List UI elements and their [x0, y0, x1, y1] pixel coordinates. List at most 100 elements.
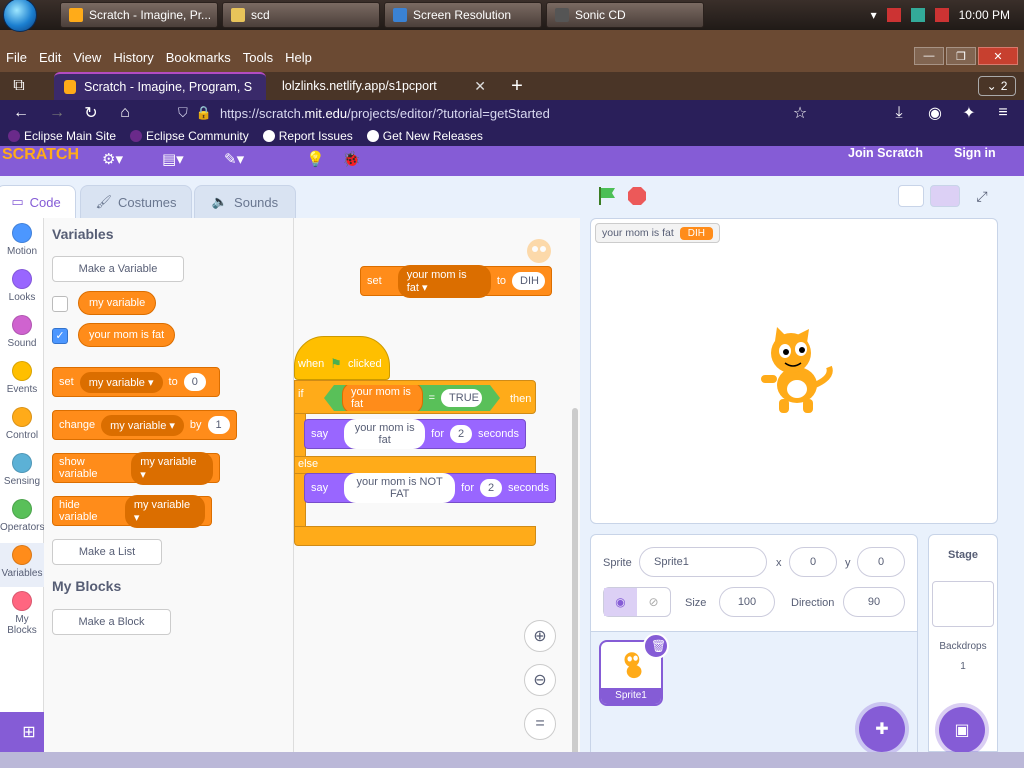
category-events[interactable]: Events: [0, 361, 44, 395]
taskbar-item-scd[interactable]: scd: [222, 2, 380, 28]
category-control[interactable]: Control: [0, 407, 44, 441]
hide-variable-block[interactable]: hide variable my variable ▾: [52, 494, 212, 528]
edit-menu-icon[interactable]: ✎▾: [224, 150, 244, 168]
file-menu-icon[interactable]: ▤▾: [162, 150, 184, 168]
value-input[interactable]: DIH: [512, 272, 545, 290]
zoom-out-button[interactable]: ⊖: [524, 664, 556, 696]
tray-expand-icon[interactable]: ▾: [871, 8, 877, 22]
category-my-blocks[interactable]: My Blocks: [0, 591, 44, 636]
taskbar-item-scratch[interactable]: Scratch - Imagine, Pr...: [60, 2, 218, 28]
menu-help[interactable]: Help: [285, 50, 312, 65]
bookmark-eclipse-main[interactable]: Eclipse Main Site: [8, 129, 116, 143]
hamburger-menu-icon[interactable]: ≡: [990, 100, 1016, 126]
menu-bookmarks[interactable]: Bookmarks: [166, 50, 231, 65]
delete-sprite-button[interactable]: 🗑: [643, 633, 669, 659]
category-operators[interactable]: Operators: [0, 499, 44, 533]
your-mom-is-fat-reporter[interactable]: your mom is fat: [342, 382, 423, 414]
lock-icon[interactable]: 🔒: [196, 105, 212, 121]
variable-dropdown[interactable]: your mom is fat ▾: [397, 264, 491, 298]
tab-code[interactable]: ▭ Code: [0, 185, 76, 219]
extensions-icon[interactable]: ✦: [956, 100, 982, 126]
category-variables[interactable]: Variables: [0, 543, 44, 587]
stop-button[interactable]: [626, 185, 648, 207]
choose-backdrop-button[interactable]: ▣: [939, 707, 985, 753]
restore-button[interactable]: ❐: [946, 47, 976, 65]
stage-thumbnail[interactable]: [932, 581, 994, 627]
new-tab-button[interactable]: +: [504, 73, 530, 99]
tab-scratch[interactable]: Scratch - Imagine, Program, Sha: [54, 72, 266, 100]
make-variable-button[interactable]: Make a Variable: [52, 256, 184, 282]
debug-bug-icon[interactable]: 🐞: [342, 150, 361, 168]
zoom-in-button[interactable]: ⊕: [524, 620, 556, 652]
join-scratch-link[interactable]: Join Scratch: [848, 146, 923, 160]
my-variable-reporter[interactable]: my variable: [78, 291, 157, 315]
say-block-2[interactable]: say your mom is NOT FAT for 2 seconds: [304, 473, 556, 503]
shield-icon[interactable]: ⛉: [178, 105, 188, 121]
category-motion[interactable]: Motion: [0, 223, 44, 257]
change-variable-block[interactable]: change my variable ▾ by 1: [52, 410, 237, 440]
small-stage-button[interactable]: [898, 185, 924, 207]
downloads-icon[interactable]: ⤓: [886, 100, 912, 126]
reload-button[interactable]: ↻: [78, 100, 104, 126]
bookmark-report-issues[interactable]: Report Issues: [262, 129, 353, 143]
workspace-vertical-scrollbar[interactable]: [572, 408, 578, 752]
url-bar[interactable]: ⛉ 🔒 https://scratch.mit.edu/projects/edi…: [178, 101, 818, 125]
volume-muted-icon[interactable]: [934, 8, 949, 22]
choose-sprite-button[interactable]: ✚: [859, 706, 905, 752]
tab-list-button[interactable]: ⌄ 2: [978, 76, 1016, 96]
menu-view[interactable]: View: [73, 50, 101, 65]
bookmark-star-icon[interactable]: ☆: [787, 100, 813, 126]
account-icon[interactable]: ◉: [922, 100, 948, 126]
clock[interactable]: 10:00 PM: [959, 8, 1010, 22]
value-input[interactable]: 0: [183, 373, 206, 391]
horizontal-scrollbar[interactable]: [0, 752, 1024, 768]
start-button[interactable]: [0, 0, 40, 32]
cat-sprite[interactable]: [751, 327, 837, 419]
size-input[interactable]: 100: [719, 587, 775, 617]
menu-tools[interactable]: Tools: [243, 50, 273, 65]
make-block-button[interactable]: Make a Block: [52, 609, 171, 635]
seconds-input[interactable]: 2: [480, 479, 503, 497]
sign-in-link[interactable]: Sign in: [954, 146, 996, 160]
scratch-logo[interactable]: SCRATCH: [2, 146, 79, 164]
language-gear-icon[interactable]: ⚙▾: [102, 150, 123, 168]
menu-history[interactable]: History: [113, 50, 153, 65]
action-center-icon[interactable]: [910, 8, 925, 22]
stage[interactable]: your mom is fat DIH: [590, 218, 998, 524]
stage-target-panel[interactable]: Stage Backdrops 1 ▣: [928, 534, 998, 753]
forward-button[interactable]: →: [44, 100, 70, 126]
variable-dropdown[interactable]: my variable ▾: [131, 451, 213, 485]
tab-lolzlinks[interactable]: lolzlinks.netlify.app/s1pcport ✕: [272, 72, 496, 100]
code-workspace[interactable]: set your mom is fat ▾ to DIH when ⚑ clic…: [294, 218, 580, 752]
your-mom-is-fat-reporter[interactable]: your mom is fat: [78, 323, 176, 347]
tab-sounds[interactable]: 🔈 Sounds: [194, 185, 296, 219]
y-input[interactable]: 0: [857, 547, 905, 577]
bookmark-eclipse-community[interactable]: Eclipse Community: [130, 129, 249, 143]
seconds-input[interactable]: 2: [450, 425, 473, 443]
show-variable-block[interactable]: show variable my variable ▾: [52, 451, 220, 485]
taskbar-item-sonic-cd[interactable]: Sonic CD: [546, 2, 704, 28]
show-sprite-button[interactable]: ◉: [604, 588, 637, 616]
value-input[interactable]: 1: [207, 416, 230, 434]
tutorials-lightbulb-icon[interactable]: 💡: [306, 150, 325, 168]
bookmark-get-new-releases[interactable]: Get New Releases: [366, 129, 483, 143]
back-button[interactable]: ←: [8, 100, 34, 126]
tab-costumes[interactable]: 🖌 Costumes: [80, 185, 192, 219]
make-list-button[interactable]: Make a List: [52, 539, 162, 565]
variable-dropdown[interactable]: my variable ▾: [79, 371, 163, 393]
category-looks[interactable]: Looks: [0, 269, 44, 303]
network-alert-icon[interactable]: [886, 8, 901, 22]
category-sound[interactable]: Sound: [0, 315, 44, 349]
direction-input[interactable]: 90: [843, 587, 905, 617]
green-flag-button[interactable]: [596, 185, 618, 207]
zoom-reset-button[interactable]: =: [524, 708, 556, 740]
normal-stage-button[interactable]: [930, 185, 960, 207]
set-variable-block[interactable]: set my variable ▾ to 0: [52, 367, 220, 397]
value-input[interactable]: TRUE: [441, 389, 482, 407]
menu-edit[interactable]: Edit: [39, 50, 61, 65]
x-input[interactable]: 0: [789, 547, 837, 577]
variable-dropdown[interactable]: my variable ▾: [124, 494, 205, 528]
home-button[interactable]: ⌂: [112, 100, 138, 126]
minimize-button[interactable]: —: [914, 47, 944, 65]
script-set-block[interactable]: set your mom is fat ▾ to DIH: [360, 264, 552, 298]
